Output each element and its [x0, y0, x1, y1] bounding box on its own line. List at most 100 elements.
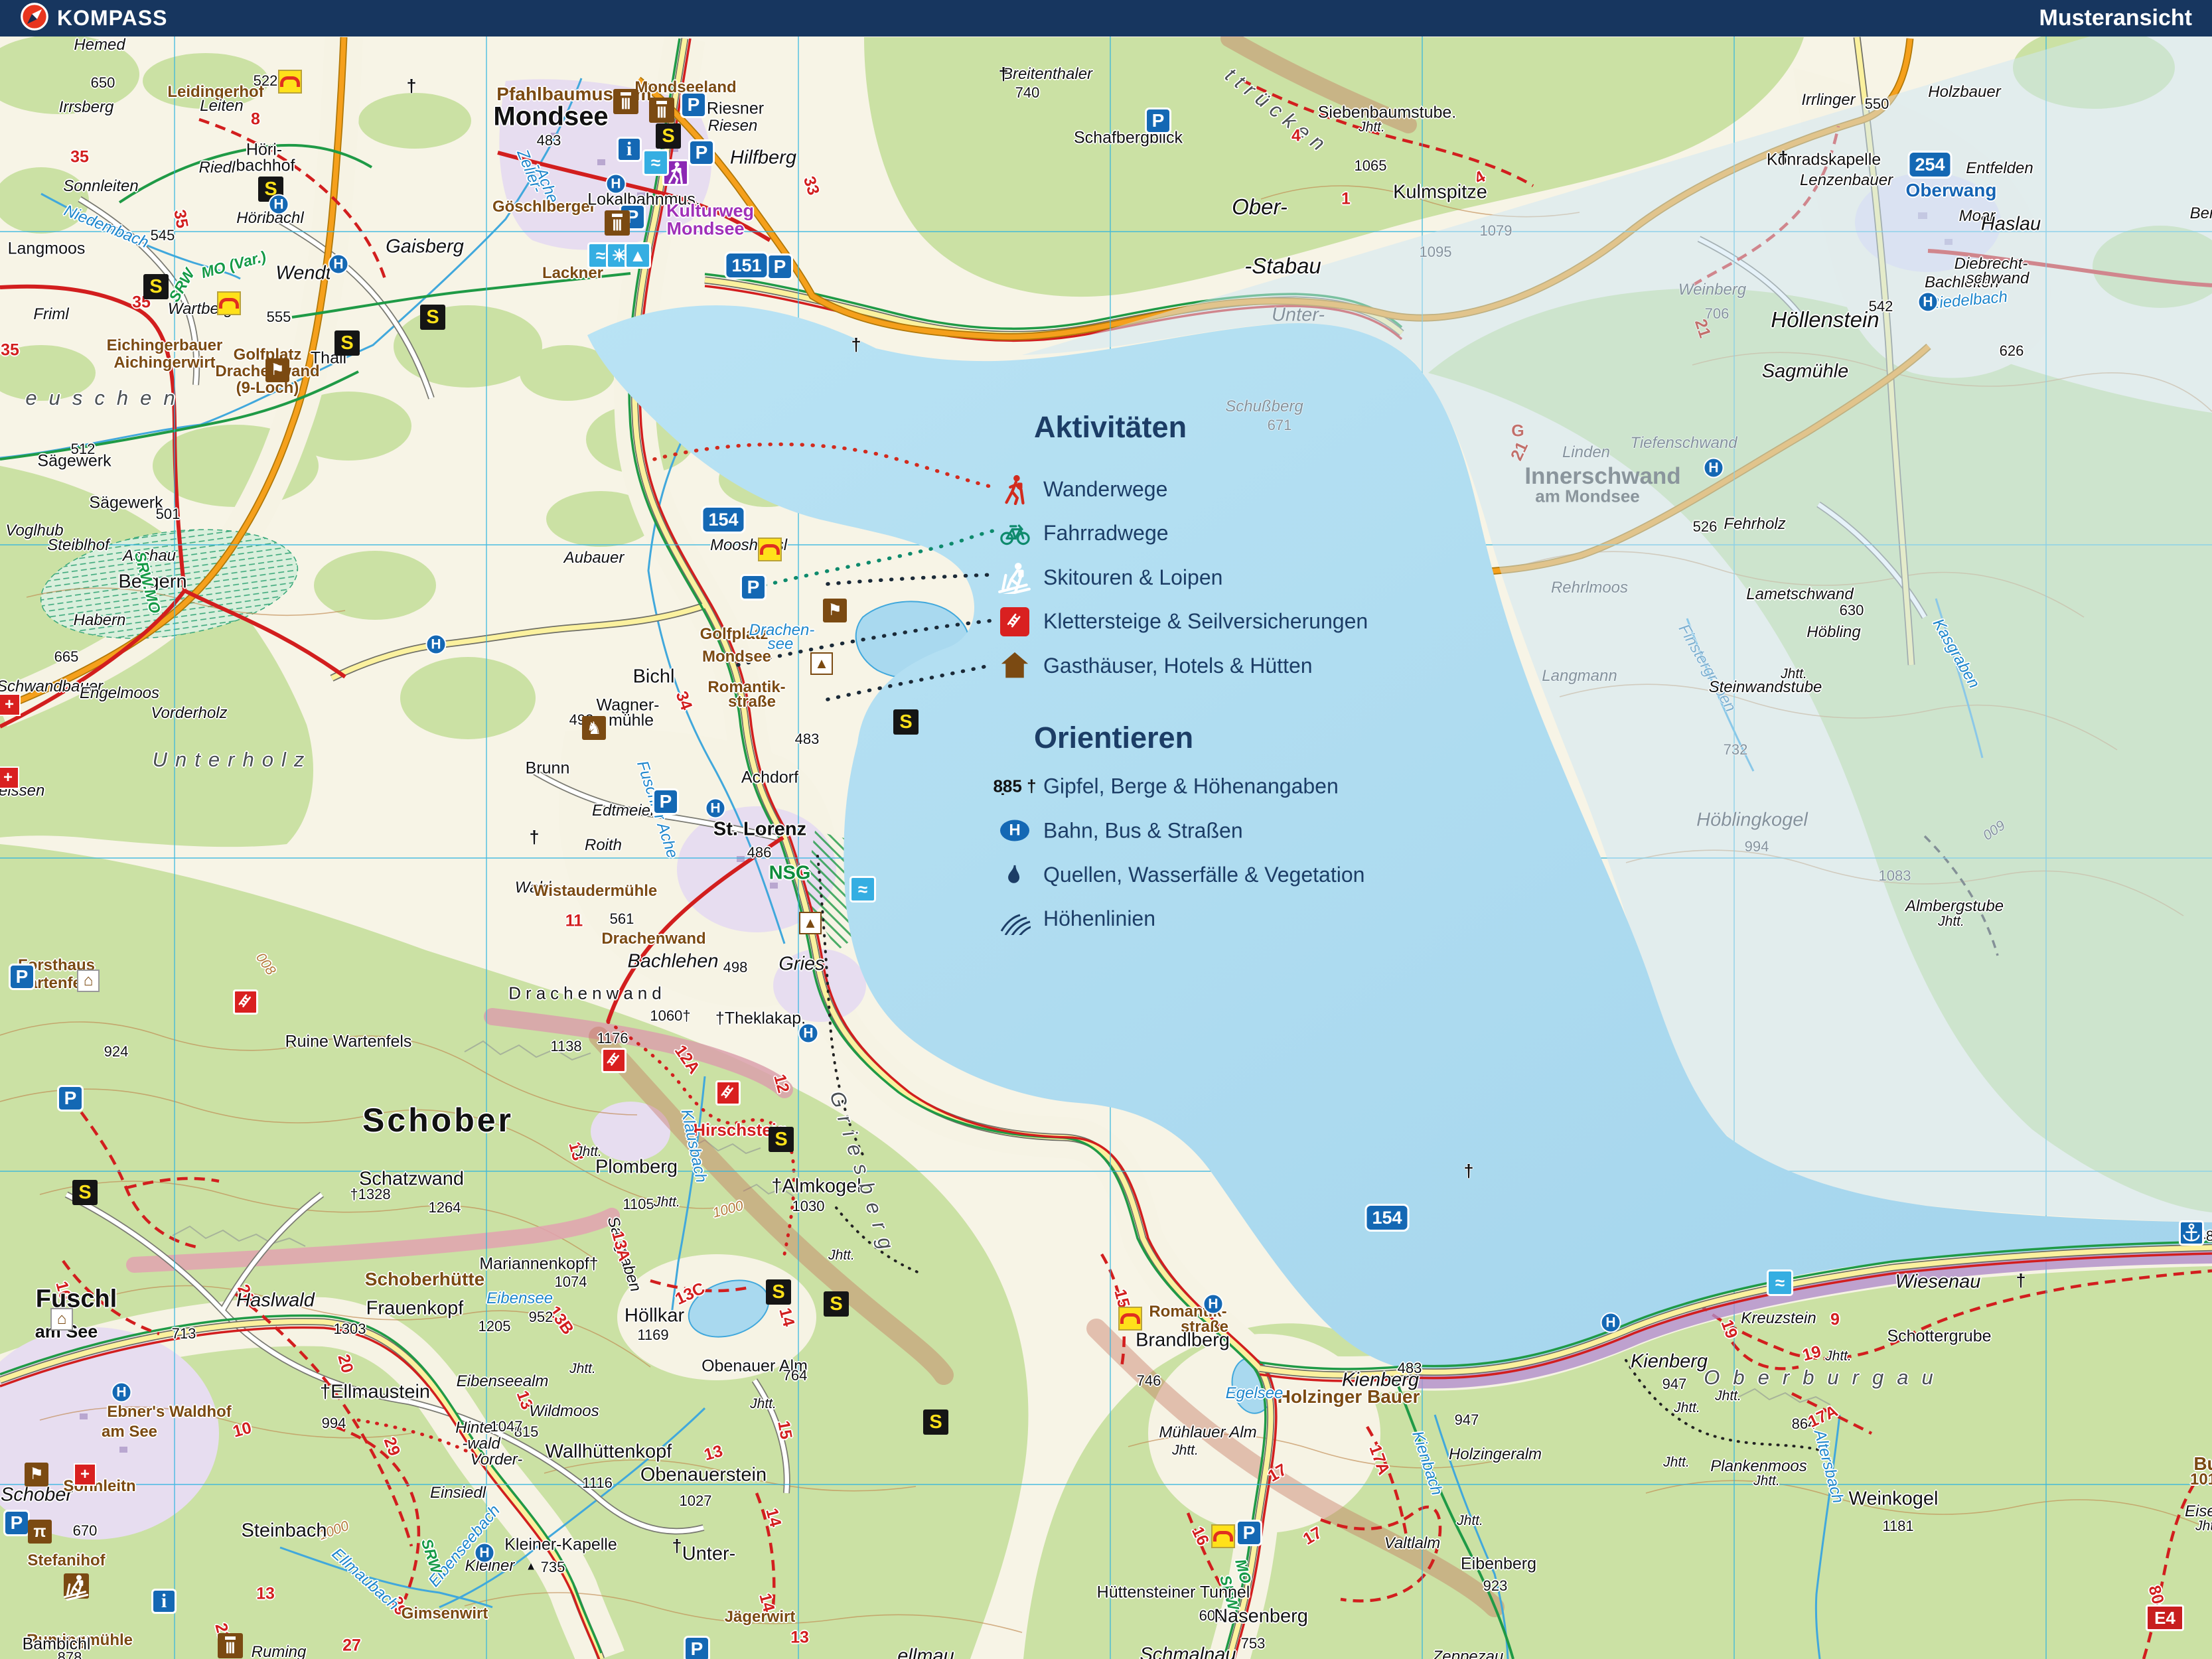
- bus-stop-icon: H: [995, 820, 1034, 841]
- contour-lines-icon: [995, 903, 1034, 935]
- golf-icon: ⚑: [823, 599, 847, 622]
- legend-item-label: Gasthäuser, Hotels & Hütten: [1043, 654, 1313, 678]
- legend-item-bus-stop: H Bahn, Bus & Straßen: [995, 818, 1243, 843]
- picnic-icon: π: [28, 1520, 52, 1544]
- bus-icon: H: [705, 798, 726, 819]
- legend-item-bicycle: Fahrradwege: [995, 519, 1169, 548]
- swim-icon: ▲: [625, 242, 651, 269]
- postbus-icon: [217, 291, 241, 315]
- parking-icon: P: [688, 139, 715, 166]
- horse-icon: ♞: [582, 716, 606, 740]
- parking-icon: P: [1145, 108, 1171, 134]
- cross-icon: †: [406, 78, 416, 96]
- cross-icon: †: [998, 66, 1008, 84]
- bus-icon: H: [606, 174, 627, 194]
- museum-icon: Ⅲ: [605, 210, 630, 236]
- parking-icon: P: [767, 253, 793, 280]
- bus-icon: H: [426, 634, 447, 655]
- ruin-icon: ⌂: [50, 1308, 73, 1331]
- shelter-icon: S: [656, 123, 681, 149]
- shelter-icon: S: [420, 305, 445, 330]
- cross-icon: †: [672, 1538, 682, 1555]
- poi-red-icon: +: [74, 1463, 96, 1486]
- museum-icon: Ⅲ: [218, 1633, 243, 1658]
- golf-icon: ⚑: [25, 1463, 48, 1486]
- info-icon: i: [617, 137, 642, 162]
- spring-icon: [995, 860, 1034, 889]
- shelter-icon: S: [334, 330, 360, 356]
- legend-item-label: Quellen, Wasserfälle & Vegetation: [1043, 863, 1364, 887]
- poi-red-icon: +: [0, 693, 21, 716]
- bus-icon: H: [329, 254, 349, 275]
- app-header: KOMPASS Musteransicht: [0, 0, 2212, 36]
- bus-icon: H: [1704, 458, 1724, 478]
- road-shield-254: 254: [1907, 151, 1952, 179]
- shelter-icon: S: [143, 274, 169, 299]
- postbus-icon: [758, 538, 782, 561]
- bus-icon: H: [475, 1543, 495, 1563]
- page-title: Musteransicht: [2039, 5, 2193, 31]
- road-shield-154: 154: [701, 506, 745, 534]
- legend-item-label: Wanderwege: [1043, 477, 1167, 502]
- parking-icon: P: [680, 92, 707, 118]
- bus-icon: H: [1601, 1313, 1621, 1333]
- legend-item-ski-tour: Skitouren & Loipen: [995, 561, 1222, 594]
- cross-icon: †: [2016, 1272, 2026, 1290]
- route-shield-E4: E4: [2146, 1605, 2184, 1631]
- parking-icon: P: [9, 964, 35, 990]
- climb-icon: [601, 1048, 627, 1073]
- postbus-icon: [1211, 1524, 1235, 1548]
- bicycle-icon: [995, 519, 1034, 548]
- map-application: Hemed650IrrsbergLeidingerhofLeiten522Pfa…: [0, 0, 2212, 1659]
- shelter-icon: S: [72, 1180, 98, 1205]
- legend-item-label: Bahn, Bus & Straßen: [1043, 818, 1243, 843]
- brand: KOMPASS: [20, 2, 167, 35]
- legend-item-spring: Quellen, Wasserfälle & Vegetation: [995, 860, 1364, 889]
- parking-icon: P: [740, 574, 767, 601]
- tent-icon: ▲: [810, 652, 833, 675]
- legend-item-via-ferrata: Klettersteige & Seilversicherungen: [995, 607, 1368, 636]
- kompass-logo-icon: [20, 2, 49, 35]
- ruin-icon: ⌂: [77, 970, 100, 992]
- guesthouse-icon: [995, 651, 1034, 680]
- legend-item-peak-elevation: 8̣85 † Gipfel, Berge & Höhenangaben: [995, 774, 1339, 799]
- info-icon: i: [151, 1589, 177, 1614]
- shelter-icon: S: [893, 709, 919, 735]
- road-shield-154: 154: [1364, 1204, 1409, 1232]
- via-ferrata-icon: [995, 607, 1034, 636]
- swim-icon: ≈: [1767, 1269, 1793, 1296]
- legend-item-label: Gipfel, Berge & Höhenangaben: [1043, 774, 1339, 799]
- cross-icon: †: [1778, 149, 1788, 167]
- shelter-icon: S: [769, 1127, 794, 1152]
- legend-item-label: Klettersteige & Seilversicherungen: [1043, 609, 1368, 634]
- hiker-icon: [995, 473, 1034, 505]
- peak-elevation-icon: 8̣85 †: [995, 776, 1034, 797]
- bus-icon: H: [111, 1382, 132, 1403]
- legend-item-label: Skitouren & Loipen: [1043, 565, 1222, 590]
- legend-item-guesthouse: Gasthäuser, Hotels & Hütten: [995, 651, 1313, 680]
- ski-tour-icon: [995, 561, 1034, 594]
- museum-icon: Ⅲ: [613, 89, 638, 114]
- poi-red-icon: +: [0, 766, 19, 789]
- cross-icon: †: [529, 829, 539, 847]
- legend-item-label: Höhenlinien: [1043, 906, 1155, 931]
- legend-item-contour-lines: Höhenlinien: [995, 903, 1155, 935]
- shelter-icon: S: [766, 1279, 791, 1305]
- anchor-icon: [2179, 1220, 2204, 1246]
- swim-icon: ≈: [849, 876, 876, 902]
- cross-icon: †: [1463, 1163, 1473, 1181]
- cross-icon: †: [851, 336, 861, 354]
- swim-icon: ≈: [642, 149, 669, 176]
- golf-icon: ⚑: [265, 358, 289, 382]
- bus-icon: H: [1203, 1294, 1224, 1315]
- legend-orientation-heading: Orientieren: [1034, 721, 1193, 755]
- postbus-icon: [278, 70, 302, 94]
- museum-icon: Ⅲ: [649, 98, 674, 123]
- parking-icon: P: [1236, 1520, 1262, 1546]
- tri-icon: ▲: [526, 1561, 537, 1572]
- shelter-icon: S: [923, 1409, 948, 1435]
- climb-icon: [715, 1080, 741, 1106]
- postbus-icon: [1118, 1307, 1142, 1331]
- bus-icon: H: [798, 1023, 819, 1044]
- parking-icon: P: [57, 1085, 84, 1112]
